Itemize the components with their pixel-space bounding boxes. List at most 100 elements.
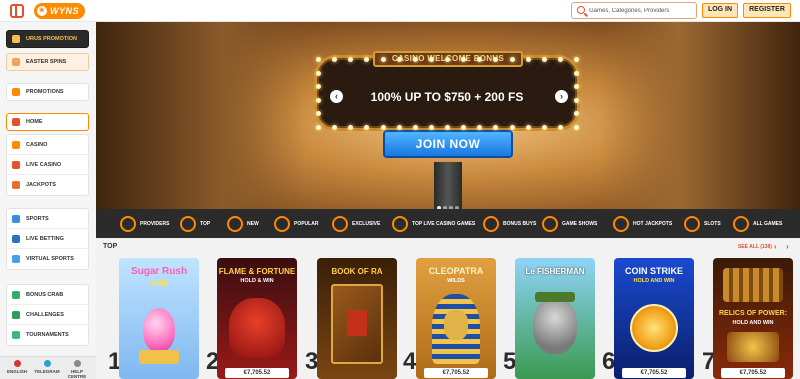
gift-icon <box>12 88 20 96</box>
telegram-button[interactable]: TELEGRAM <box>33 359 61 378</box>
hero-wall-left <box>96 22 306 209</box>
category-all-games[interactable]: ALL GAMES <box>733 215 782 233</box>
search-box[interactable] <box>571 2 697 19</box>
game-subtitle: HOLD AND WIN <box>732 320 774 326</box>
login-button[interactable]: LOG IN <box>702 3 738 18</box>
sign-bulb <box>541 125 547 130</box>
sidebar-group-extras: BONUS CRAB CHALLENGES TOURNAMENTS <box>6 284 90 346</box>
category-game-shows[interactable]: GAME SHOWS <box>542 215 597 233</box>
category-slots[interactable]: SLOTS <box>684 215 721 233</box>
category-popular[interactable]: POPULAR <box>274 215 318 233</box>
register-button[interactable]: REGISTER <box>743 3 791 18</box>
sign-bulb <box>428 57 434 62</box>
language-button[interactable]: ENGLISH <box>3 359 31 378</box>
sidebar-item-bonus-crab[interactable]: BONUS CRAB <box>7 285 90 305</box>
sign-bulb <box>574 70 579 76</box>
sidebar-item-virtual-sports[interactable]: VIRTUAL SPORTS <box>7 249 90 269</box>
category-top[interactable]: TOP <box>180 215 210 233</box>
sidebar-item-sports[interactable]: SPORTS <box>7 209 90 229</box>
hero-banner[interactable]: CASINO WELCOME BONUS ‹ 100% UP TO $750 +… <box>96 22 800 209</box>
sidebar-item-casino[interactable]: CASINO <box>7 135 90 155</box>
category-label: EXCLUSIVE <box>352 221 381 227</box>
game-title: Le FISHERMAN <box>525 267 585 276</box>
sidebar-item-live-casino[interactable]: LIVE CASINO <box>7 155 90 175</box>
dragon-art <box>229 298 285 358</box>
game-title: Sugar Rush <box>130 266 188 277</box>
sidebar-item-label: LIVE CASINO <box>26 162 62 168</box>
game-tile-flame-fortune[interactable]: FLAME & FORTUNE HOLD & WIN €7,705.52 <box>217 258 297 379</box>
game-title: CLEOPATRA <box>428 266 484 276</box>
providers-icon <box>120 216 136 232</box>
logo-text: WYNS <box>50 6 79 16</box>
category-bar: PROVIDERS TOP NEW POPULAR EXCLUSIVE TOP … <box>96 209 800 238</box>
sidebar-item-promotions[interactable]: PROMOTIONS <box>6 83 89 101</box>
see-all-link[interactable]: SEE ALL (138) <box>738 244 772 250</box>
sidebar-item-label: TOURNAMENTS <box>26 332 69 338</box>
help-centre-button[interactable]: HELP CENTRE <box>63 359 91 379</box>
sidebar-item-live-betting[interactable]: LIVE BETTING <box>7 229 90 249</box>
sidebar-item-home[interactable]: HOME <box>6 113 89 131</box>
category-bonus-buys[interactable]: BONUS BUYS <box>483 215 536 233</box>
sidebar-item-challenges[interactable]: CHALLENGES <box>7 305 90 325</box>
category-hot-jackpots[interactable]: HOT JACKPOTS <box>613 215 672 233</box>
game-tile-sugar-rush[interactable]: Sugar Rush 1000 <box>119 258 199 379</box>
sidebar-item-label: JACKPOTS <box>26 182 56 188</box>
sign-bulb <box>412 125 418 130</box>
category-label: HOT JACKPOTS <box>633 221 673 227</box>
game-tile-book-of-ra[interactable]: BOOK OF RA <box>317 258 397 379</box>
jackpot-amount: €7,705.52 <box>622 368 686 378</box>
sign-bulb <box>316 125 321 130</box>
site-logo[interactable]: ★ WYNS <box>34 3 85 19</box>
sidebar-item-easter-spins[interactable]: EASTER SPINS <box>6 53 89 71</box>
home-icon <box>12 118 20 126</box>
sidebar-item-label: CHALLENGES <box>26 312 64 318</box>
jackpot-amount: €7,705.52 <box>424 368 488 378</box>
category-top-live-casino[interactable]: TOP LIVE CASINO GAMES <box>392 215 475 233</box>
game-title: COIN STRIKE <box>624 266 683 276</box>
sign-bulb <box>557 125 563 130</box>
fisherman-hat-art <box>535 292 575 302</box>
game-tile-le-fisherman[interactable]: Le FISHERMAN <box>515 258 595 379</box>
book-emblem-art <box>347 310 367 336</box>
sidebar-footer: ENGLISH TELEGRAM HELP CENTRE <box>0 356 96 379</box>
category-exclusive[interactable]: EXCLUSIVE <box>332 215 380 233</box>
hero-next-arrow[interactable]: › <box>555 90 568 103</box>
target-icon <box>12 311 20 319</box>
game-tile-relics-of-power[interactable]: RELICS OF POWER: HOLD AND WIN €7,705.52 <box>713 258 793 379</box>
sign-bulb <box>316 70 321 76</box>
game-title: FLAME & FORTUNE <box>218 267 296 276</box>
category-label: PROVIDERS <box>140 221 170 227</box>
game-title: BOOK OF RA <box>331 267 383 276</box>
game-tile-cleopatra[interactable]: CLEOPATRA WILDS €7,705.52 <box>416 258 496 379</box>
crown-icon <box>180 216 196 232</box>
language-label: ENGLISH <box>6 369 27 374</box>
sign-bulb <box>509 57 515 62</box>
sign-bulb <box>445 57 450 62</box>
hot-jackpot-icon <box>613 216 629 232</box>
category-label: SLOTS <box>704 221 721 227</box>
category-new[interactable]: NEW <box>227 215 259 233</box>
help-label: HELP CENTRE <box>67 369 87 379</box>
sidebar-item-jackpots[interactable]: JACKPOTS <box>7 175 90 195</box>
top-prev-arrow[interactable]: ‹ <box>774 242 777 251</box>
car-icon <box>12 35 20 43</box>
category-providers[interactable]: PROVIDERS <box>120 215 169 233</box>
relics-treasure-art <box>723 268 783 302</box>
search-input[interactable] <box>589 4 693 17</box>
top-next-arrow[interactable]: › <box>786 242 789 251</box>
sign-bulb <box>574 97 579 103</box>
category-label: GAME SHOWS <box>562 221 598 227</box>
sidebar-toggle-icon[interactable] <box>10 4 24 18</box>
jackpot-icon <box>12 181 20 189</box>
category-label: POPULAR <box>294 221 319 227</box>
join-now-button[interactable]: JOIN NOW <box>383 130 513 158</box>
game-tile-coin-strike[interactable]: COIN STRIKE HOLD AND WIN €7,705.52 <box>614 258 694 379</box>
sign-bulb <box>541 57 547 62</box>
section-title-top: TOP <box>103 243 118 250</box>
crab-icon <box>12 291 20 299</box>
carousel-dots <box>437 197 461 209</box>
logo-mark-icon: ★ <box>37 6 47 16</box>
candy-egg-art <box>143 308 175 352</box>
sidebar-item-tournaments[interactable]: TOURNAMENTS <box>7 325 90 345</box>
sidebar-item-urus-promotion[interactable]: URUS PROMOTION <box>6 30 89 48</box>
